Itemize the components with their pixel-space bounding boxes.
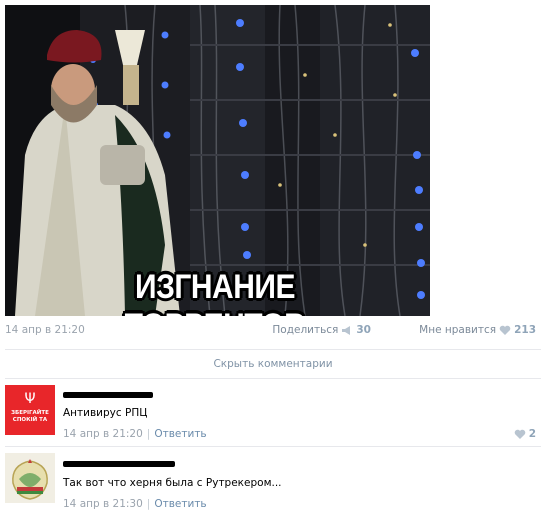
- trident-icon: Ψ: [24, 391, 36, 407]
- megaphone-icon: [342, 325, 351, 335]
- comment-text: Антивирус РПЦ: [63, 407, 148, 419]
- separator: |: [146, 428, 151, 440]
- like-button[interactable]: Мне нравится 213: [419, 324, 536, 336]
- post-date[interactable]: 14 апр в 21:20: [5, 324, 85, 336]
- comment-text: Так вот что херня была с Рутрекером...: [63, 477, 282, 489]
- reply-button[interactable]: Ответить: [154, 428, 206, 440]
- redacted-author-name: [63, 392, 153, 398]
- avatar-text: ЗБЕРІГАЙТЕ СПОКІЙ ТА: [11, 410, 49, 423]
- comment-meta: 14 апр в 21:30 | Ответить: [63, 498, 207, 510]
- share-label: Поделиться: [272, 324, 339, 336]
- separator: |: [146, 498, 151, 510]
- like-label: Мне нравится: [419, 324, 497, 336]
- hide-comments-link[interactable]: Скрыть комментарии: [5, 349, 541, 379]
- image-caption: ИЗГНАНИЕ ТОРРЕНТОВ: [125, 267, 306, 316]
- commenter-avatar[interactable]: [5, 453, 55, 503]
- comment-date[interactable]: 14 апр в 21:20: [63, 428, 143, 440]
- post-meta: 14 апр в 21:20 Поделиться 30 Мне нравитс…: [5, 324, 541, 340]
- commenter-avatar[interactable]: Ψ ЗБЕРІГАЙТЕ СПОКІЙ ТА: [5, 385, 55, 435]
- share-count: 30: [356, 324, 371, 336]
- share-button[interactable]: Поделиться 30: [272, 324, 371, 336]
- redacted-author-name: [63, 461, 175, 467]
- emblem-icon: [5, 453, 55, 503]
- comment: Так вот что херня была с Рутрекером... 1…: [5, 453, 541, 510]
- comment-meta: 14 апр в 21:20 | Ответить: [63, 428, 207, 440]
- comment-like-button[interactable]: 2: [514, 428, 536, 440]
- heart-icon: [499, 325, 511, 335]
- reply-button[interactable]: Ответить: [154, 498, 206, 510]
- comment-like-count: 2: [528, 428, 536, 440]
- like-count: 213: [514, 324, 536, 336]
- post-photo[interactable]: ИЗГНАНИЕ ТОРРЕНТОВ: [5, 5, 430, 316]
- comment-date[interactable]: 14 апр в 21:30: [63, 498, 143, 510]
- comment: Ψ ЗБЕРІГАЙТЕ СПОКІЙ ТА Антивирус РПЦ 14 …: [5, 385, 541, 447]
- heart-icon: [514, 429, 525, 439]
